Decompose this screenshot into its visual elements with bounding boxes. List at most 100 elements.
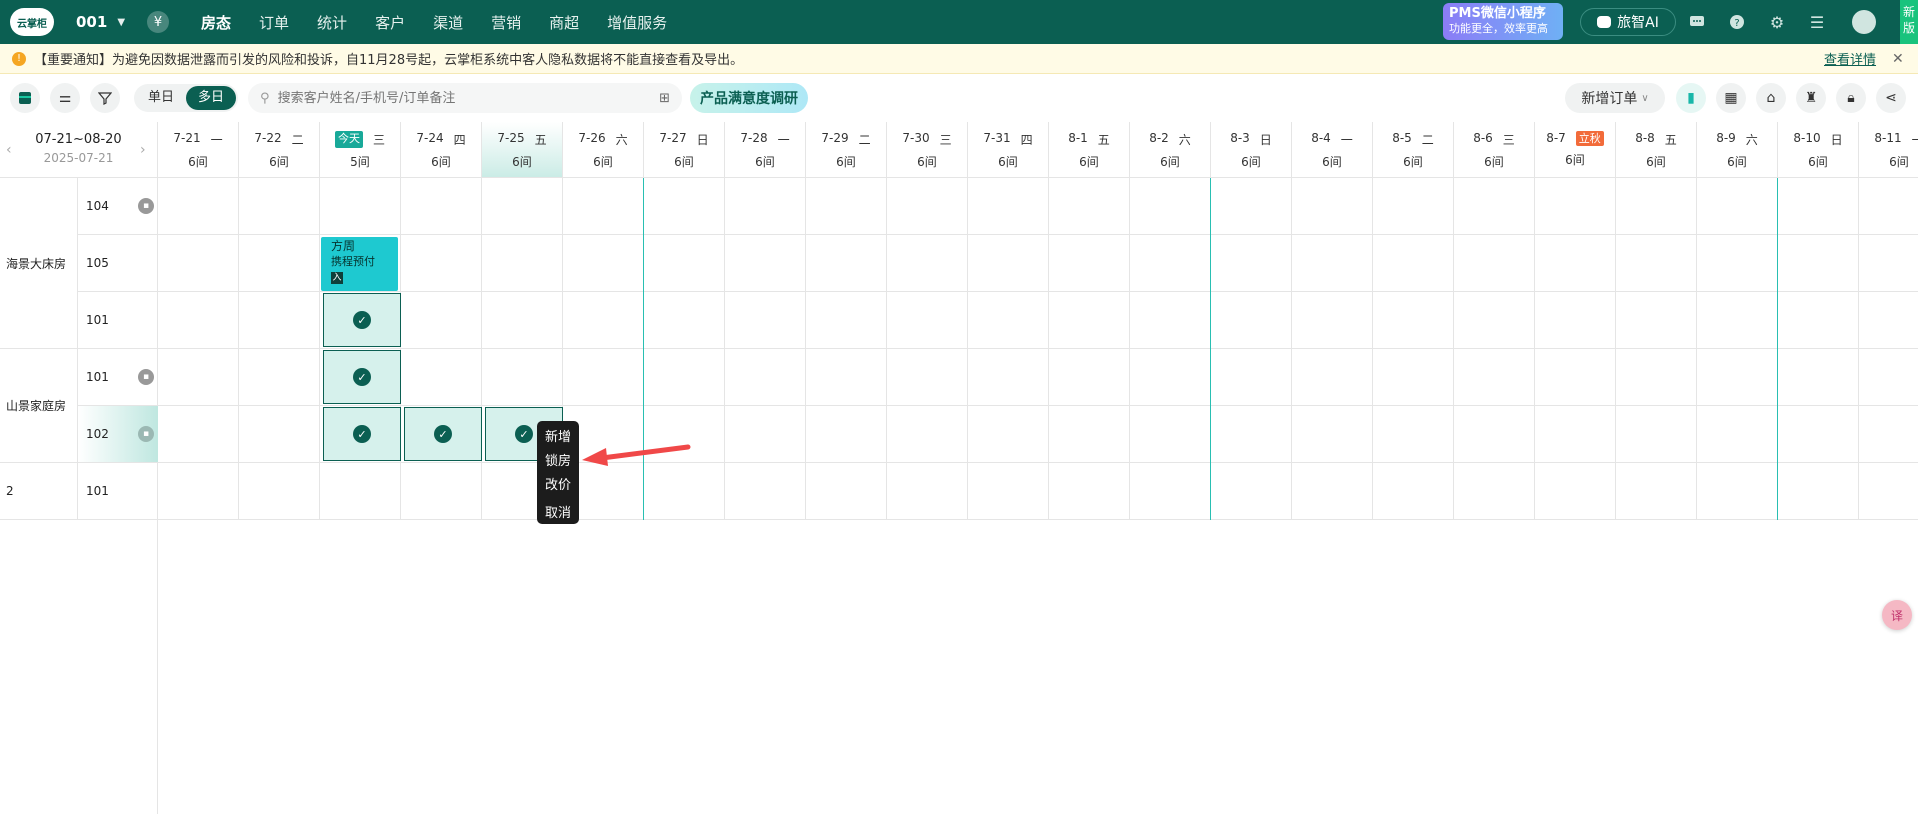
grid-cell[interactable] [1049,292,1130,349]
grid-cell[interactable] [158,235,239,292]
date-column-header[interactable]: 8-8 五 6间 [1616,122,1697,178]
grid-cell[interactable] [1049,349,1130,406]
pms-miniprogram-banner[interactable]: PMS微信小程序 功能更全，效率更高 [1443,3,1563,40]
grid-cell[interactable] [1292,178,1373,235]
grid-cell[interactable] [563,349,644,406]
grid-cell[interactable] [1373,406,1454,463]
chevron-left-icon[interactable]: ‹ [6,142,12,158]
date-column-header[interactable]: 7-24 四 6间 [401,122,482,178]
single-day-button[interactable]: 单日 [136,86,186,110]
nav-item-1[interactable]: 订单 [245,0,303,44]
grid-cell[interactable] [887,463,968,520]
date-column-header[interactable]: 今天三 5间 [320,122,401,178]
grid-cell[interactable] [887,349,968,406]
grid-cell[interactable] [725,235,806,292]
date-column-header[interactable]: 7-28 一 6间 [725,122,806,178]
grid-cell[interactable] [968,178,1049,235]
grid-cell[interactable] [1535,463,1616,520]
grid-cell[interactable] [320,178,401,235]
lock-icon[interactable]: 🔒︎ [1836,83,1866,113]
grid-cell[interactable] [887,292,968,349]
grid-cell[interactable] [1616,235,1697,292]
grid-cell[interactable] [401,349,482,406]
grid-cell[interactable] [401,235,482,292]
date-column-header[interactable]: 8-2 六 6间 [1130,122,1211,178]
grid-cell[interactable] [401,292,482,349]
grid-cell[interactable] [1130,235,1211,292]
grid-cell[interactable] [1130,463,1211,520]
grid-cell[interactable] [320,463,401,520]
booking-block[interactable]: 方周 携程预付 入 [321,237,398,291]
grid-cell[interactable] [1859,463,1918,520]
date-column-header[interactable]: 8-4 一 6间 [1292,122,1373,178]
grid-cell[interactable] [1616,349,1697,406]
grid-cell[interactable] [968,235,1049,292]
grid-cell[interactable] [1211,178,1292,235]
date-column-header[interactable]: 8-5 二 6间 [1373,122,1454,178]
date-column-header[interactable]: 8-7 立秋 6间 [1535,122,1616,178]
grid-cell[interactable] [1778,463,1859,520]
grid-cell[interactable] [1697,463,1778,520]
grid-cell[interactable] [1616,463,1697,520]
grid-cell[interactable] [482,235,563,292]
grid-cell[interactable] [1211,463,1292,520]
context-menu-item-0[interactable]: 新增 [537,426,579,450]
grid-cell[interactable] [1859,292,1918,349]
grid-cell[interactable] [806,178,887,235]
grid-cell[interactable] [806,235,887,292]
grid-cell[interactable] [1697,349,1778,406]
grid-cell[interactable] [806,463,887,520]
selected-cell[interactable]: ✓ [323,407,401,461]
translate-icon[interactable]: 译 [1882,600,1912,630]
grid-cell[interactable] [1697,178,1778,235]
grid-cell[interactable] [239,178,320,235]
grid-cell[interactable] [1616,178,1697,235]
grid-cell[interactable] [482,292,563,349]
grid-cell[interactable] [563,178,644,235]
grid-cell[interactable] [806,292,887,349]
grid-cell[interactable] [1454,178,1535,235]
grid-cell[interactable] [1859,349,1918,406]
grid-cell[interactable] [1616,292,1697,349]
grid-cell[interactable] [1130,406,1211,463]
grid-cell[interactable] [1373,235,1454,292]
grid-cell[interactable] [482,178,563,235]
grid-cell[interactable] [239,292,320,349]
date-column-header[interactable]: 8-6 三 6间 [1454,122,1535,178]
scan-icon[interactable]: ⊞ [659,91,670,106]
grid-cell[interactable] [1859,178,1918,235]
grid-cell[interactable] [1292,406,1373,463]
grid-cell[interactable] [1211,292,1292,349]
grid-cell[interactable] [1049,463,1130,520]
menu-icon[interactable]: ☰ [1806,11,1828,33]
grid-cell[interactable] [644,292,725,349]
grid-cell[interactable] [725,292,806,349]
context-menu-item-1[interactable]: 锁房 [537,450,579,474]
grid-cell[interactable] [563,235,644,292]
nav-item-5[interactable]: 营销 [477,0,535,44]
grid-cell[interactable] [725,178,806,235]
grid-cell[interactable] [158,292,239,349]
grid-cell[interactable] [563,292,644,349]
grid-cell[interactable] [239,235,320,292]
grid-cell[interactable] [1778,292,1859,349]
grid-cell[interactable] [644,235,725,292]
grid-cell[interactable] [1211,406,1292,463]
date-column-header[interactable]: 7-25 五 6间 [482,122,563,178]
grid-cell[interactable] [1292,463,1373,520]
nav-item-4[interactable]: 渠道 [419,0,477,44]
selected-cell[interactable]: ✓ [323,350,401,404]
grid-cell[interactable] [1373,292,1454,349]
grid-cell[interactable] [1778,235,1859,292]
date-column-header[interactable]: 8-10 日 6间 [1778,122,1859,178]
grid-cell[interactable] [1535,292,1616,349]
grid-cell[interactable] [1697,292,1778,349]
cleaning-cup-icon[interactable]: ▮ [1676,83,1706,113]
grid-cell[interactable] [968,292,1049,349]
grid-cell[interactable] [1454,292,1535,349]
room-row-label[interactable]: 101 [78,463,158,520]
new-version-badge[interactable]: 新版 [1900,0,1918,44]
new-order-dropdown[interactable]: 新增订单 ∨ [1565,83,1665,113]
grid-cell[interactable] [158,178,239,235]
date-range-label[interactable]: 07-21~08-20 [0,132,157,147]
